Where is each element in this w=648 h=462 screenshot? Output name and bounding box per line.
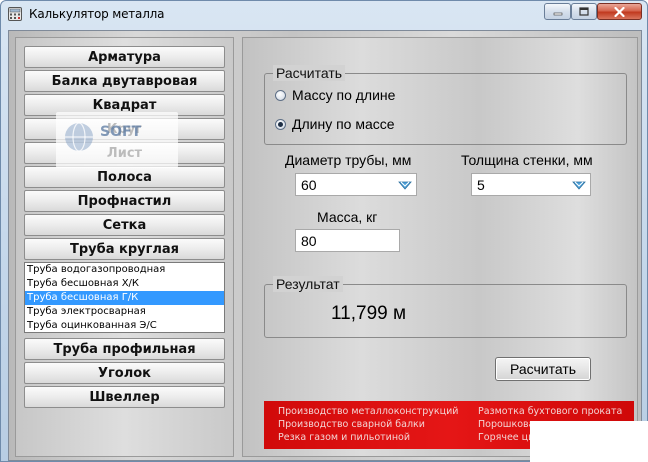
- watermark-logo: SOFT: [56, 112, 178, 168]
- title-bar[interactable]: Калькулятор металла: [1, 1, 647, 29]
- calculator-icon: [8, 7, 22, 21]
- category-button-profnastil[interactable]: Профнастил: [24, 190, 225, 212]
- watermark-text: SOFT: [100, 124, 142, 140]
- calc-mode-legend: Расчитать: [273, 65, 346, 81]
- diameter-combo[interactable]: 60: [295, 173, 417, 196]
- ad-corner-overlay: [530, 421, 648, 462]
- calc-mode-group: Расчитать Массу по длине Длину по массе: [264, 65, 627, 145]
- ad-line: Резка газом и пильотиной: [278, 432, 411, 443]
- globe-icon: [65, 122, 93, 152]
- category-button-round-pipe[interactable]: Труба круглая: [24, 238, 225, 260]
- close-button[interactable]: [597, 3, 642, 20]
- list-item-selected[interactable]: Труба бесшовная Г/К: [25, 291, 224, 305]
- category-button-mesh[interactable]: Сетка: [24, 214, 225, 236]
- radio-button-checked[interactable]: [275, 118, 286, 130]
- wall-thickness-combo[interactable]: 5: [471, 173, 591, 196]
- list-item[interactable]: Труба водогазопроводная: [25, 263, 224, 277]
- minimize-button[interactable]: [544, 3, 571, 20]
- mass-label: Масса, кг: [317, 209, 378, 225]
- radio-button[interactable]: [275, 89, 286, 101]
- mass-input[interactable]: 80: [295, 229, 400, 252]
- result-value: 11,799 м: [331, 303, 407, 324]
- diameter-value: 60: [301, 176, 317, 193]
- radio-label: Длину по массе: [292, 116, 395, 132]
- list-item[interactable]: Труба оцинкованная Э/С: [25, 319, 224, 332]
- client-area: Арматура Балка двутавровая Квадрат Круг …: [8, 30, 642, 461]
- ad-line: Производство металлоконструкций: [278, 406, 459, 417]
- category-button-angle[interactable]: Уголок: [24, 362, 225, 384]
- category-button-rebar[interactable]: Арматура: [24, 46, 225, 68]
- category-panel: Арматура Балка двутавровая Квадрат Круг …: [15, 37, 234, 457]
- maximize-button[interactable]: [571, 3, 597, 20]
- maximize-icon: [579, 7, 589, 16]
- dropdown-arrow-icon[interactable]: [396, 176, 414, 194]
- ad-line: Производство сварной балки: [278, 419, 425, 430]
- calculator-panel: Расчитать Массу по длине Длину по массе …: [242, 37, 638, 457]
- window-title: Калькулятор металла: [29, 7, 165, 21]
- list-item[interactable]: Труба бесшовная Х/К: [25, 277, 224, 291]
- result-group: Результат 11,799 м: [264, 276, 627, 338]
- wall-thickness-label: Толщина стенки, мм: [461, 152, 593, 168]
- calculate-button[interactable]: Расчитать: [495, 357, 591, 381]
- category-button-profile-pipe[interactable]: Труба профильная: [24, 338, 225, 360]
- ad-line: Размотка бухтового проката: [478, 406, 623, 417]
- diameter-label: Диаметр трубы, мм: [285, 152, 412, 168]
- minimize-icon: [553, 12, 562, 15]
- radio-label: Массу по длине: [292, 87, 396, 103]
- category-button-strip[interactable]: Полоса: [24, 166, 225, 188]
- category-button-channel[interactable]: Швеллер: [24, 386, 225, 408]
- radio-mass-by-length[interactable]: Массу по длине: [275, 87, 395, 103]
- category-button-ibeam[interactable]: Балка двутавровая: [24, 70, 225, 92]
- dropdown-arrow-icon[interactable]: [570, 176, 588, 194]
- result-legend: Результат: [273, 276, 343, 292]
- pipe-type-list[interactable]: Труба водогазопроводная Труба бесшовная …: [24, 262, 225, 333]
- wall-thickness-value: 5: [477, 176, 485, 193]
- list-item[interactable]: Труба электросварная: [25, 305, 224, 319]
- close-icon: [614, 6, 625, 17]
- radio-length-by-mass[interactable]: Длину по массе: [275, 116, 395, 132]
- app-window: Калькулятор металла Арматура Балка двута…: [0, 0, 648, 462]
